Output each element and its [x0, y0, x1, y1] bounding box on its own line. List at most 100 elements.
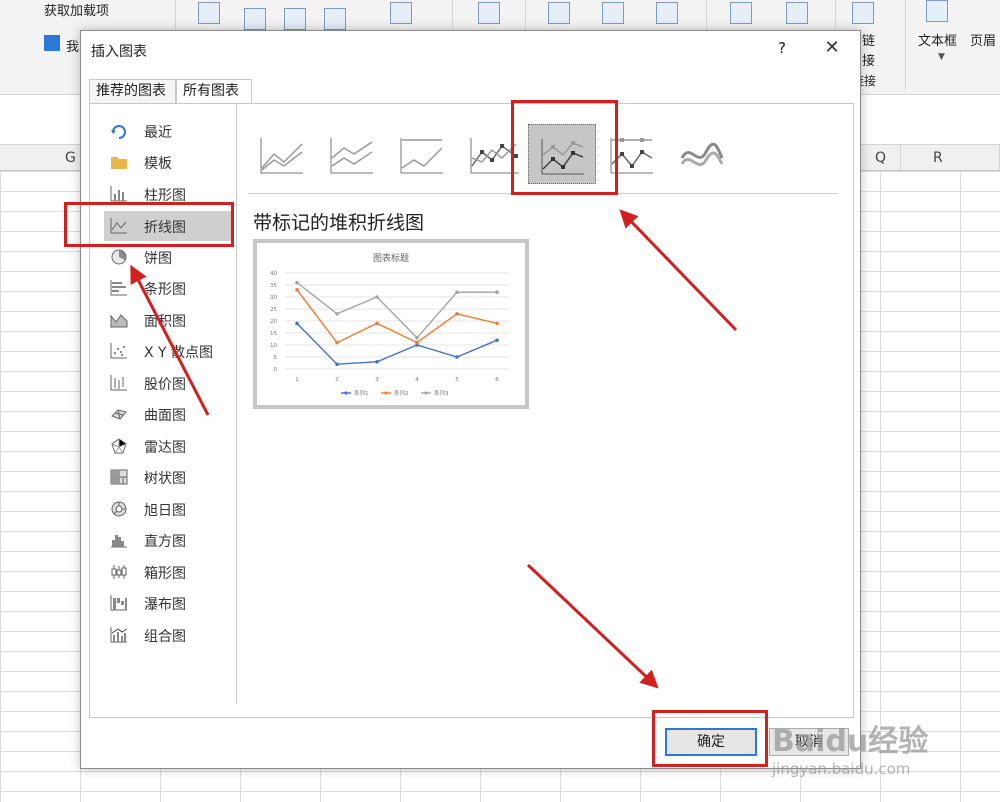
hierarchy-chart-ribbon-icon[interactable] [324, 8, 346, 30]
textbox-icon[interactable] [926, 0, 948, 22]
sparkline-column-icon[interactable] [602, 2, 624, 24]
chart-type-radar[interactable]: 雷达图 [104, 431, 231, 461]
chart-type-histogram[interactable]: 直方图 [104, 525, 231, 555]
percent-stacked-line-markers-subtype-icon [610, 138, 653, 174]
textbox-button[interactable]: 文本框 [918, 30, 957, 49]
column-header-q[interactable]: Q [861, 145, 901, 171]
data-point [295, 321, 299, 326]
subtype-stacked-line[interactable] [318, 124, 386, 184]
data-point [495, 290, 499, 294]
link-icon[interactable] [852, 2, 874, 24]
subtype-100-stacked-line[interactable] [388, 124, 456, 184]
ok-button[interactable]: 确定 [665, 728, 757, 756]
preview-gridlines [285, 272, 509, 370]
chart-type-waterfall[interactable]: 瀑布图 [104, 588, 231, 618]
x-tick-label: 3 [375, 377, 379, 383]
slicer-icon[interactable] [730, 2, 752, 24]
pivot-chart-icon[interactable] [390, 2, 412, 24]
preview-series [295, 280, 499, 366]
surface-chart-icon [110, 406, 128, 422]
data-point [495, 338, 499, 342]
preview-legend: 系列1 系列2 系列3 [341, 389, 449, 397]
subtype-line[interactable] [248, 124, 316, 184]
help-button[interactable]: ? [771, 37, 793, 59]
stacked-line-subtype-icon [330, 138, 373, 174]
preview-y-ticks: 0 5 10 15 20 25 30 35 40 [270, 271, 278, 373]
data-point [455, 355, 459, 359]
data-point [375, 360, 379, 364]
x-tick-label: 2 [335, 377, 339, 383]
sparkline-line-icon[interactable] [548, 2, 570, 24]
chevron-down-icon[interactable]: ▼ [938, 52, 945, 62]
data-point [335, 362, 339, 366]
column-chart-ribbon-icon[interactable] [284, 8, 306, 30]
preview-chart-title: 图表标题 [373, 252, 409, 264]
header-footer-button[interactable]: 页眉 [970, 30, 996, 49]
cancel-button[interactable]: 取消 [769, 728, 849, 756]
area-chart-icon [110, 312, 128, 328]
column-header-r[interactable]: R [901, 145, 1000, 171]
map-icon[interactable] [478, 2, 500, 24]
chart-type-bar[interactable]: 条形图 [104, 273, 231, 303]
column-chart-icon [110, 186, 128, 202]
sparkline-winloss-icon[interactable] [656, 2, 678, 24]
y-tick-label: 0 [274, 367, 278, 373]
waterfall-chart-icon [110, 595, 128, 611]
chart-type-combo[interactable]: 组合图 [104, 620, 231, 650]
data-point [455, 312, 459, 316]
my-addins-button[interactable]: 我 [66, 36, 79, 55]
close-button[interactable]: ✕ [821, 37, 843, 59]
chart-type-pie[interactable]: 饼图 [104, 242, 231, 272]
y-tick-label: 30 [270, 295, 277, 301]
x-tick-label: 5 [455, 377, 459, 383]
get-addins-button[interactable]: 获取加载项 [44, 0, 109, 19]
percent-stacked-line-subtype-icon [400, 138, 443, 174]
x-tick-label: 6 [495, 377, 499, 383]
tab-all-charts[interactable]: 所有图表 [176, 79, 252, 103]
data-point [335, 312, 339, 316]
tab-recommended-charts[interactable]: 推荐的图表 [89, 79, 176, 103]
legend-label: 系列2 [394, 389, 409, 397]
chart-type-area[interactable]: 面积图 [104, 305, 231, 335]
timeline-filter-icon[interactable] [786, 2, 808, 24]
store-icon [44, 35, 60, 51]
bar-chart-icon [110, 280, 128, 296]
data-point [295, 288, 299, 292]
subtype-line-markers[interactable] [458, 124, 526, 184]
chart-type-sunburst[interactable]: 旭日图 [104, 494, 231, 524]
y-tick-label: 40 [270, 271, 277, 277]
chart-type-template[interactable]: 模板 [104, 147, 231, 177]
legend-marker [344, 391, 348, 395]
recent-icon [110, 123, 128, 139]
subtype-stacked-line-markers[interactable] [528, 124, 596, 184]
chart-type-column[interactable]: 柱形图 [104, 179, 231, 209]
chart-type-box[interactable]: 箱形图 [104, 557, 231, 587]
dialog-content: 最近 模板 柱形图 折线图 饼图 条形图 面积图 X Y 散点图 股价图 曲面图… [89, 103, 854, 718]
link-label-2: 接 [862, 54, 876, 69]
ribbon-separator [905, 0, 906, 90]
line-chart-ribbon-icon[interactable] [244, 8, 266, 30]
data-point [375, 321, 379, 326]
y-tick-label: 15 [270, 331, 277, 337]
chart-type-recent[interactable]: 最近 [104, 116, 231, 146]
chart-type-stock[interactable]: 股价图 [104, 368, 231, 398]
subtype-3d-line[interactable] [668, 124, 736, 184]
histogram-chart-icon [110, 532, 128, 548]
pie-chart-icon [110, 249, 128, 265]
data-point [295, 280, 299, 285]
stacked-line-markers-subtype-icon [541, 139, 584, 175]
chart-subtype-gallery [248, 114, 838, 194]
chart-preview[interactable]: 图表标题 0 5 10 15 20 25 30 35 40 1 2 3 4 5 6 系列1 系列2 系列3 [253, 239, 529, 409]
chart-type-line[interactable]: 折线图 [104, 211, 231, 241]
line-chart-icon [110, 218, 128, 234]
legend-label: 系列3 [434, 389, 449, 397]
chart-type-treemap[interactable]: 树状图 [104, 462, 231, 492]
subtype-100-stacked-line-markers[interactable] [598, 124, 666, 184]
3d-line-subtype-icon [680, 142, 724, 167]
recommended-chart-icon[interactable] [198, 2, 220, 24]
data-point [375, 295, 379, 299]
legend-marker [424, 391, 428, 395]
chart-type-scatter[interactable]: X Y 散点图 [104, 336, 231, 366]
chart-type-surface[interactable]: 曲面图 [104, 399, 231, 429]
treemap-chart-icon [110, 469, 128, 485]
